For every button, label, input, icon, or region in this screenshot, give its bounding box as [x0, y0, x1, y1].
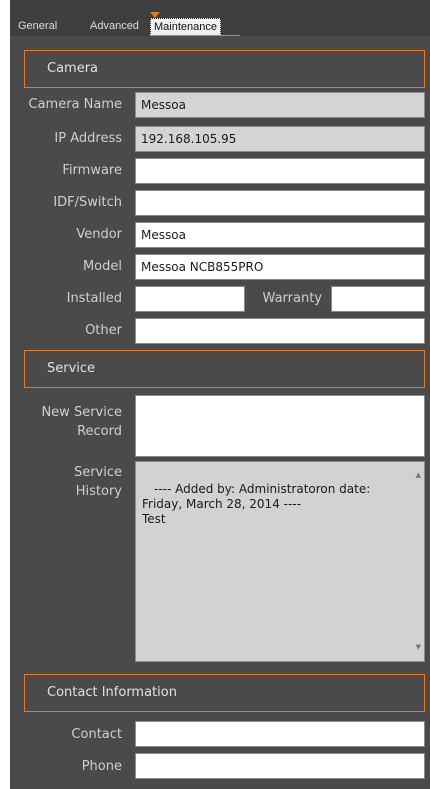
- warranty-field[interactable]: [331, 286, 425, 312]
- contact-label: Contact: [71, 727, 122, 742]
- model-field[interactable]: Messoa NCB855PRO: [135, 254, 425, 280]
- service-history-box[interactable]: ---- Added by: Administratoron date: Fri…: [135, 461, 425, 662]
- phone-label: Phone: [81, 759, 122, 774]
- model-label: Model: [82, 259, 122, 274]
- warranty-label: Warranty: [262, 291, 322, 306]
- service-history-label-line2: History: [75, 484, 122, 499]
- camera-section-title: Camera: [47, 61, 99, 76]
- other-label: Other: [85, 323, 122, 338]
- phone-field[interactable]: [135, 753, 425, 779]
- service-history-line2: Friday, March 28, 2014 ----: [142, 497, 301, 511]
- scroll-down-icon[interactable]: ▼: [416, 640, 421, 655]
- tab-underline: [150, 35, 240, 36]
- installed-field[interactable]: [135, 286, 245, 312]
- vendor-field[interactable]: Messoa: [135, 222, 425, 248]
- tab-maintenance[interactable]: Maintenance: [150, 18, 221, 36]
- idf-switch-label: IDF/Switch: [53, 195, 122, 210]
- new-service-record-label-line1: New Service: [41, 405, 122, 420]
- installed-label: Installed: [66, 291, 122, 306]
- service-history-line1: ---- Added by: Administratoron date:: [154, 482, 371, 496]
- new-service-record-input[interactable]: [135, 395, 425, 457]
- idf-switch-field[interactable]: [135, 190, 425, 216]
- service-history-label-line1: Service: [73, 465, 122, 480]
- tab-general[interactable]: General: [18, 18, 57, 34]
- tab-advanced[interactable]: Advanced: [90, 18, 139, 34]
- new-service-record-label-line2: Record: [77, 424, 122, 439]
- vendor-label: Vendor: [76, 227, 122, 242]
- service-section-title: Service: [47, 361, 96, 376]
- firmware-field[interactable]: [135, 158, 425, 184]
- maintenance-panel: General Advanced Maintenance Camera Came…: [10, 0, 430, 789]
- firmware-label: Firmware: [62, 163, 122, 178]
- tab-bar: General Advanced Maintenance: [10, 0, 430, 36]
- ip-address-label: IP Address: [54, 131, 122, 146]
- contact-section-header: Contact Information: [24, 674, 425, 712]
- contact-field[interactable]: [135, 721, 425, 747]
- camera-name-label: Camera Name: [28, 97, 122, 112]
- scroll-up-icon[interactable]: ▲: [416, 468, 421, 483]
- contact-section-title: Contact Information: [47, 685, 177, 700]
- other-field[interactable]: [135, 318, 425, 344]
- ip-address-field[interactable]: 192.168.105.95: [135, 126, 425, 152]
- camera-name-field[interactable]: Messoa: [135, 92, 425, 118]
- service-history-line3: Test: [142, 512, 166, 526]
- service-section-header: Service: [24, 350, 425, 388]
- camera-section-header: Camera: [24, 50, 425, 88]
